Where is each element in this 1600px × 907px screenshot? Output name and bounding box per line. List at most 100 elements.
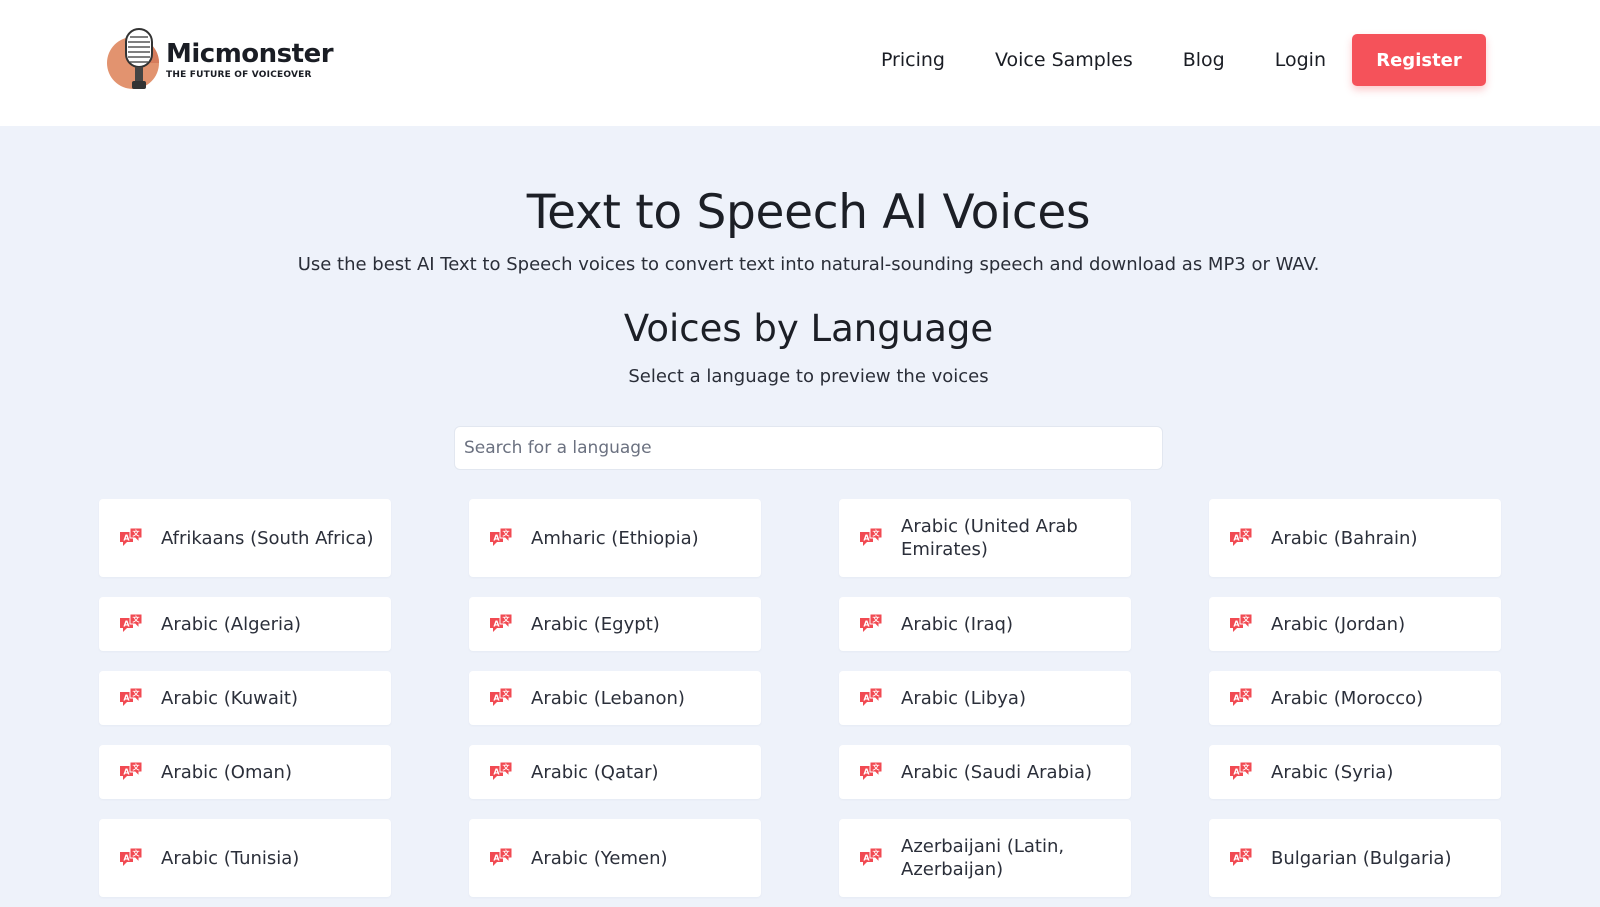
language-label: Amharic (Ethiopia) [531, 527, 699, 549]
svg-text:文: 文 [873, 763, 881, 772]
svg-text:文: 文 [1243, 689, 1251, 698]
translate-bubble-icon: A文 [490, 847, 513, 866]
svg-text:A: A [863, 534, 870, 543]
language-card[interactable]: A文 Arabic (Morocco) [1209, 671, 1501, 725]
language-label: Arabic (Jordan) [1271, 613, 1406, 635]
language-card[interactable]: A文 Arabic (Jordan) [1209, 597, 1501, 651]
language-label: Arabic (Saudi Arabia) [901, 761, 1093, 783]
site-header: Micmonster THE FUTURE OF VOICEOVER Prici… [0, 0, 1600, 126]
svg-text:文: 文 [133, 615, 141, 624]
language-label: Arabic (Yemen) [531, 847, 668, 869]
language-label: Arabic (Egypt) [531, 613, 660, 635]
language-label: Arabic (Syria) [1271, 761, 1394, 783]
language-card[interactable]: A文 Arabic (Lebanon) [469, 671, 761, 725]
brand-tagline: THE FUTURE OF VOICEOVER [166, 70, 312, 80]
svg-text:文: 文 [1243, 849, 1251, 858]
svg-text:A: A [123, 620, 130, 629]
microphone-logo-icon [107, 28, 159, 89]
nav-voice-samples[interactable]: Voice Samples [995, 49, 1133, 71]
language-card[interactable]: A文 Afrikaans (South Africa) [99, 499, 391, 577]
language-card[interactable]: A文 Arabic (Oman) [99, 745, 391, 799]
svg-text:A: A [1233, 854, 1240, 863]
language-card[interactable]: A文 Arabic (Algeria) [99, 597, 391, 651]
language-card[interactable]: A文 Bulgarian (Bulgaria) [1209, 819, 1501, 897]
section-subtitle: Select a language to preview the voices [628, 366, 989, 387]
language-label: Arabic (Qatar) [531, 761, 659, 783]
language-label: Arabic (Oman) [161, 761, 292, 783]
svg-text:文: 文 [873, 615, 881, 624]
svg-text:A: A [493, 620, 500, 629]
language-card[interactable]: A文 Arabic (Kuwait) [99, 671, 391, 725]
translate-bubble-icon: A文 [860, 613, 883, 632]
language-label: Arabic (Morocco) [1271, 687, 1424, 709]
language-card[interactable]: A文 Arabic (Tunisia) [99, 819, 391, 897]
register-button[interactable]: Register [1352, 34, 1486, 86]
svg-text:文: 文 [133, 763, 141, 772]
translate-bubble-icon: A文 [120, 527, 143, 546]
language-card[interactable]: A文 Arabic (Syria) [1209, 745, 1501, 799]
translate-bubble-icon: A文 [490, 687, 513, 706]
language-card[interactable]: A文 Arabic (United Arab Emirates) [839, 499, 1131, 577]
svg-text:A: A [1233, 534, 1240, 543]
svg-text:A: A [1233, 694, 1240, 703]
translate-bubble-icon: A文 [490, 613, 513, 632]
translate-bubble-icon: A文 [1230, 527, 1253, 546]
language-card[interactable]: A文 Arabic (Libya) [839, 671, 1131, 725]
translate-bubble-icon: A文 [490, 527, 513, 546]
svg-text:文: 文 [873, 849, 881, 858]
page-subtitle: Use the best AI Text to Speech voices to… [297, 254, 1320, 275]
svg-text:A: A [1233, 620, 1240, 629]
language-label: Arabic (Tunisia) [161, 847, 300, 869]
language-search-input[interactable] [454, 426, 1163, 470]
language-card[interactable]: A文 Azerbaijani (Latin, Azerbaijan) [839, 819, 1131, 897]
svg-text:文: 文 [503, 615, 511, 624]
svg-text:A: A [863, 620, 870, 629]
translate-bubble-icon: A文 [1230, 847, 1253, 866]
svg-text:文: 文 [133, 529, 141, 538]
language-card[interactable]: A文 Arabic (Qatar) [469, 745, 761, 799]
translate-bubble-icon: A文 [860, 527, 883, 546]
svg-text:A: A [493, 768, 500, 777]
svg-text:文: 文 [503, 689, 511, 698]
language-label: Arabic (Bahrain) [1271, 527, 1418, 549]
nav-pricing[interactable]: Pricing [881, 49, 945, 71]
language-label: Arabic (Kuwait) [161, 687, 298, 709]
language-card[interactable]: A文 Arabic (Yemen) [469, 819, 761, 897]
svg-text:A: A [863, 768, 870, 777]
brand-name: Micmonster [166, 39, 334, 69]
svg-text:文: 文 [1243, 529, 1251, 538]
language-label: Bulgarian (Bulgaria) [1271, 847, 1452, 869]
language-label: Arabic (Lebanon) [531, 687, 685, 709]
svg-text:文: 文 [503, 849, 511, 858]
svg-text:文: 文 [133, 849, 141, 858]
nav-login[interactable]: Login [1275, 49, 1326, 71]
translate-bubble-icon: A文 [490, 761, 513, 780]
svg-text:A: A [863, 694, 870, 703]
language-card[interactable]: A文 Arabic (Saudi Arabia) [839, 745, 1131, 799]
svg-text:A: A [863, 854, 870, 863]
svg-text:A: A [493, 854, 500, 863]
svg-text:A: A [123, 534, 130, 543]
language-label: Arabic (United Arab Emirates) [901, 516, 1078, 560]
svg-text:文: 文 [133, 689, 141, 698]
svg-text:文: 文 [503, 529, 511, 538]
svg-text:文: 文 [873, 689, 881, 698]
language-card[interactable]: A文 Arabic (Iraq) [839, 597, 1131, 651]
svg-text:文: 文 [1243, 763, 1251, 772]
translate-bubble-icon: A文 [860, 847, 883, 866]
language-label: Arabic (Libya) [901, 687, 1026, 709]
translate-bubble-icon: A文 [1230, 687, 1253, 706]
translate-bubble-icon: A文 [860, 687, 883, 706]
svg-text:A: A [493, 534, 500, 543]
nav-blog[interactable]: Blog [1183, 49, 1225, 71]
translate-bubble-icon: A文 [120, 847, 143, 866]
svg-text:A: A [123, 768, 130, 777]
page-title: Text to Speech AI Voices [526, 185, 1091, 240]
language-label: Arabic (Iraq) [901, 613, 1013, 635]
language-card[interactable]: A文 Arabic (Bahrain) [1209, 499, 1501, 577]
svg-text:文: 文 [873, 529, 881, 538]
brand-logo[interactable]: Micmonster THE FUTURE OF VOICEOVER [106, 24, 334, 96]
section-title: Voices by Language [623, 307, 994, 350]
language-card[interactable]: A文 Amharic (Ethiopia) [469, 499, 761, 577]
language-card[interactable]: A文 Arabic (Egypt) [469, 597, 761, 651]
